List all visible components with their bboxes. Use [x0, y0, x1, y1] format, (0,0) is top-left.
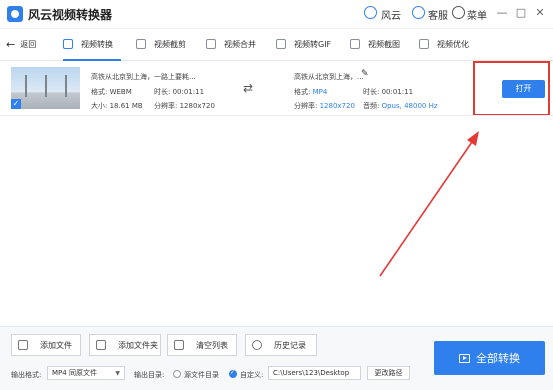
source-dir-option-label[interactable]: 源文件目录: [184, 370, 219, 380]
clear-list-label: 清空列表: [196, 340, 228, 350]
custom-path-field[interactable]: C:\Users\123\Desktop: [268, 366, 361, 380]
custom-dir-radio[interactable]: [229, 369, 237, 378]
clock-icon: [252, 340, 262, 350]
play-icon: [459, 353, 470, 363]
output-format-select[interactable]: MP4 同原文件 ▼: [47, 366, 125, 380]
add-folder-icon: [96, 340, 106, 350]
add-file-label: 添加文件: [40, 340, 72, 350]
clear-list-button[interactable]: 清空列表: [167, 334, 237, 356]
convert-all-button[interactable]: 全部转换: [434, 341, 545, 375]
trash-icon: [174, 340, 184, 350]
history-button[interactable]: 历史记录: [245, 334, 317, 356]
change-path-button[interactable]: 更改路径: [367, 366, 410, 380]
add-folder-label: 添加文件夹: [118, 340, 158, 350]
add-file-button[interactable]: 添加文件: [11, 334, 81, 356]
source-dir-radio[interactable]: [173, 370, 181, 378]
convert-all-label: 全部转换: [476, 352, 520, 365]
add-file-icon: [18, 340, 28, 350]
chevron-down-icon: ▼: [115, 370, 120, 377]
add-folder-button[interactable]: 添加文件夹: [89, 334, 161, 356]
output-format-label: 输出格式:: [11, 371, 42, 379]
custom-option-label[interactable]: 自定义:: [240, 370, 263, 380]
history-label: 历史记录: [274, 340, 306, 350]
output-format-select-value: MP4 同原文件: [52, 369, 97, 377]
output-dir-label: 输出目录:: [134, 371, 165, 379]
